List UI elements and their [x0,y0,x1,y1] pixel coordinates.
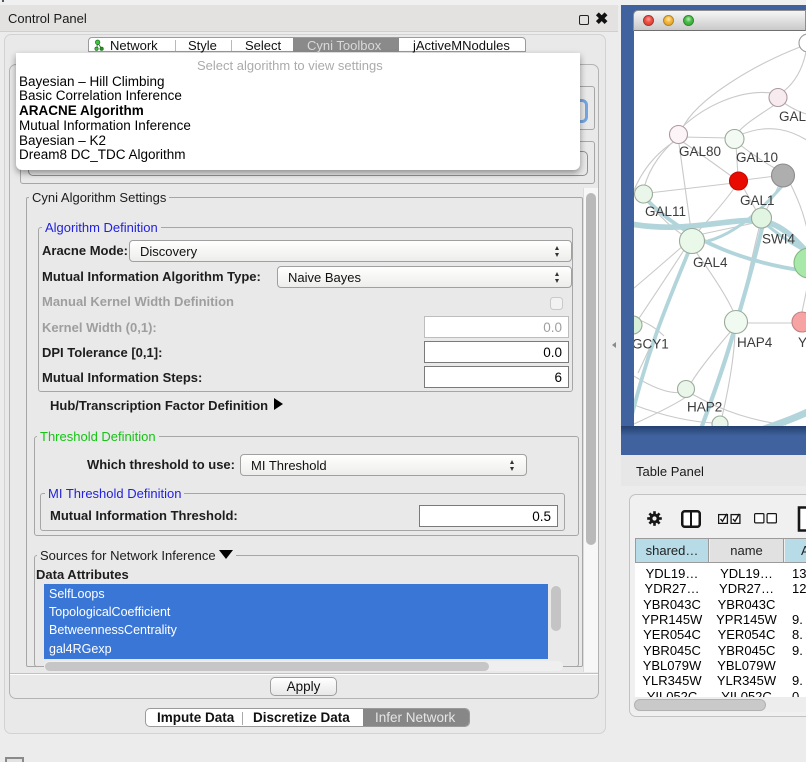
svg-text:GAL1: GAL1 [740,193,775,208]
svg-text:Y: Y [798,335,806,350]
svg-text:GAL4: GAL4 [693,255,728,270]
svg-text:GCY1: GCY1 [634,337,669,352]
svg-text:SWI4: SWI4 [762,232,795,247]
svg-text:GAL80: GAL80 [679,144,721,159]
svg-text:GAL11: GAL11 [645,204,686,219]
svg-text:HAP2: HAP2 [687,400,722,415]
svg-text:GAL: GAL [779,109,806,124]
svg-text:HAP4: HAP4 [737,335,773,350]
svg-text:GAL10: GAL10 [736,150,778,165]
